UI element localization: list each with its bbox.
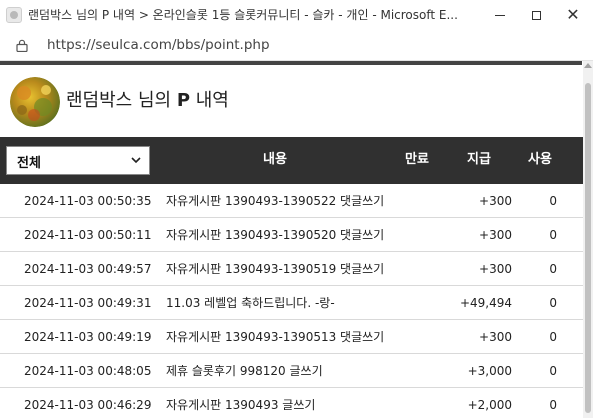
page-title-suffix: 내역 (190, 90, 229, 111)
table-row: 2024-11-03 00:50:35 자유게시판 1390493-139052… (0, 184, 583, 218)
row-date: 2024-11-03 00:49:31 (24, 296, 152, 310)
row-use: 0 (549, 364, 557, 378)
scrollbar[interactable] (583, 61, 593, 418)
row-date: 2024-11-03 00:49:57 (24, 262, 152, 276)
maximize-icon (531, 10, 541, 20)
row-grant: +300 (479, 330, 512, 344)
scroll-up-arrow-icon[interactable] (584, 63, 592, 68)
row-content: 제휴 슬롯후기 998120 글쓰기 (166, 364, 323, 378)
browser-window: 랜덤박스 님의 P 내역 > 온라인슬롯 1등 슬롯커뮤니티 - 슬카 - 개인… (0, 0, 593, 418)
row-content: 11.03 레벨업 축하드립니다. -랑- (166, 296, 335, 310)
address-bar[interactable]: https://seulca.com/bbs/point.php (0, 30, 593, 61)
row-use: 0 (549, 296, 557, 310)
row-content: 자유게시판 1390493 글쓰기 (166, 398, 316, 412)
row-grant: +2,000 (467, 398, 512, 412)
table-row: 2024-11-03 00:48:05 제휴 슬롯후기 998120 글쓰기 +… (0, 354, 583, 388)
row-use: 0 (549, 194, 557, 208)
maximize-button[interactable] (518, 0, 554, 30)
table-row: 2024-11-03 00:49:57 자유게시판 1390493-139051… (0, 252, 583, 286)
column-header-grant: 지급 (467, 152, 491, 167)
row-content: 자유게시판 1390493-1390519 댓글쓰기 (166, 262, 385, 276)
avatar (10, 77, 60, 127)
table-row: 2024-11-03 00:46:29 자유게시판 1390493 글쓰기 +2… (0, 388, 583, 418)
page-title: 랜덤박스 님의 P 내역 (66, 89, 229, 113)
column-header-content: 내용 (263, 152, 287, 167)
url-text[interactable]: https://seulca.com/bbs/point.php (47, 37, 270, 54)
row-date: 2024-11-03 00:50:35 (24, 194, 152, 208)
row-grant: +300 (479, 262, 512, 276)
minimize-button[interactable] (482, 0, 518, 30)
page-content: 랜덤박스 님의 P 내역 전체 내용 만료 지급 사용 2024-11-03 0… (0, 61, 593, 418)
close-button[interactable]: ✕ (555, 0, 591, 30)
row-grant: +300 (479, 194, 512, 208)
filter-selected-value: 전체 (17, 156, 41, 171)
page-title-p: P (176, 90, 191, 111)
table-header: 전체 내용 만료 지급 사용 (0, 137, 583, 184)
filter-select[interactable]: 전체 (6, 146, 150, 175)
row-date: 2024-11-03 00:46:29 (24, 398, 152, 412)
row-grant: +49,494 (459, 296, 512, 310)
row-use: 0 (549, 262, 557, 276)
row-grant: +3,000 (467, 364, 512, 378)
site-favicon-icon (6, 7, 22, 23)
close-icon: ✕ (566, 5, 580, 24)
row-use: 0 (549, 228, 557, 242)
column-header-use: 사용 (528, 152, 552, 167)
row-date: 2024-11-03 00:50:11 (24, 228, 152, 242)
row-content: 자유게시판 1390493-1390520 댓글쓰기 (166, 228, 385, 242)
row-grant: +300 (479, 228, 512, 242)
row-content: 자유게시판 1390493-1390522 댓글쓰기 (166, 194, 385, 208)
window-title: 랜덤박스 님의 P 내역 > 온라인슬롯 1등 슬롯커뮤니티 - 슬카 - 개인… (28, 8, 458, 22)
minimize-icon (495, 14, 505, 16)
row-use: 0 (549, 398, 557, 412)
lock-icon (16, 39, 28, 52)
row-use: 0 (549, 330, 557, 344)
table-row: 2024-11-03 00:49:31 11.03 레벨업 축하드립니다. -랑… (0, 286, 583, 320)
page-title-prefix: 랜덤박스 님의 (66, 90, 177, 111)
row-date: 2024-11-03 00:49:19 (24, 330, 152, 344)
column-header-expire: 만료 (405, 152, 429, 167)
table-row: 2024-11-03 00:50:11 자유게시판 1390493-139052… (0, 218, 583, 252)
row-date: 2024-11-03 00:48:05 (24, 364, 152, 378)
page-header: 랜덤박스 님의 P 내역 (0, 65, 583, 137)
points-table: 전체 내용 만료 지급 사용 2024-11-03 00:50:35 자유게시판… (0, 137, 583, 418)
table-row: 2024-11-03 00:49:19 자유게시판 1390493-139051… (0, 320, 583, 354)
scrollbar-thumb[interactable] (585, 83, 591, 413)
row-content: 자유게시판 1390493-1390513 댓글쓰기 (166, 330, 385, 344)
title-bar: 랜덤박스 님의 P 내역 > 온라인슬롯 1등 슬롯커뮤니티 - 슬카 - 개인… (0, 0, 593, 30)
chevron-down-icon (131, 157, 141, 164)
